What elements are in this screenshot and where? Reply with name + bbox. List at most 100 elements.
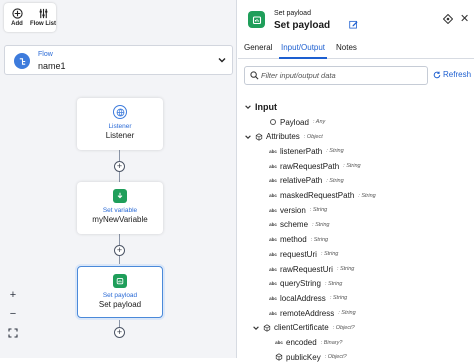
tree-item-type: : String [329,295,348,302]
tree-item-name: rawRequestUri [280,264,333,274]
tree-item-type: : Any [312,119,326,125]
tree-item-name: publicKey [286,352,321,362]
tree-item-type: : Object? [324,354,347,361]
string-type-icon: abc [269,295,277,301]
tree-item[interactable]: abc requestUri: String [258,247,338,261]
tree-item-name: remoteAddress [280,308,335,318]
tree-item-name: rawRequestPath [280,161,340,171]
fit-view-button[interactable] [6,326,20,340]
tree-item[interactable]: abc scheme: String [258,218,329,232]
flow-list-button[interactable]: Flow List [30,3,56,32]
tree-item-type: : String [338,310,356,317]
tree-item[interactable]: abc relativePath: String [258,174,344,188]
tree-item-name: listenerPath [280,146,323,156]
tree-item-type: : String [309,207,328,214]
fit-screen-icon [8,328,18,338]
tree-root-input[interactable]: Input [244,100,277,114]
flow-selector[interactable]: Flow name1 [4,45,233,75]
add-step-button[interactable]: + [114,161,125,172]
filter-search-box [244,66,428,85]
tree-item-type: : String [336,266,355,272]
tree-item[interactable]: abc method: String [258,233,328,247]
string-type-icon: abc [269,310,277,316]
object-type-icon [275,353,283,361]
pin-icon[interactable] [443,14,453,24]
tree-item-name: version [280,205,306,215]
panel-tabs: General Input/Output Notes [238,40,474,59]
listener-node[interactable]: Listener Listener [77,98,163,150]
string-type-icon: abc [269,207,277,213]
tree-item[interactable]: abc queryString: String [258,277,342,291]
set-variable-icon [113,189,127,203]
edit-icon[interactable] [349,20,358,29]
chevron-down-icon[interactable] [252,324,260,332]
tree-item[interactable]: abc remoteAddress: String [258,306,356,320]
tree-item-type: : String [310,236,329,243]
node-name: Listener [105,131,135,140]
add-step-button[interactable]: + [114,327,125,338]
tree-item-type: : String [320,251,339,258]
panel-title: Set payload [274,20,331,31]
node-type: Set variable [102,207,138,214]
active-tab-indicator [279,57,327,59]
add-button[interactable]: Add [4,3,30,32]
tree-item[interactable]: Payload: Any [258,115,325,129]
refresh-button[interactable]: Refresh [433,70,471,79]
tree-item-type: : String [343,163,361,170]
tree-item[interactable]: abc localAddress: String [258,291,347,305]
tree-item[interactable]: Attributes: Object [244,130,323,144]
tree-item-name: queryString [280,279,321,289]
tree-item[interactable]: publicKey: Object? [264,350,347,364]
canvas-toolbar: Add Flow List [4,3,56,32]
tree-item-type: : Object? [332,324,355,331]
tree-item-name: localAddress [280,293,326,303]
tree-item-type: : String [326,148,344,155]
object-type-icon [263,324,271,332]
tree-item-type: : String [326,177,344,184]
zoom-out-button[interactable]: − [6,307,20,321]
add-step-button[interactable]: + [114,245,125,256]
any-type-icon [269,118,277,126]
object-type-icon [255,133,263,141]
search-icon [250,71,259,80]
refresh-icon [433,71,441,78]
tab-general[interactable]: General [244,43,272,52]
tree-item-name: relativePath [280,176,323,186]
tree-item[interactable]: abc encoded: Binary? [264,336,342,350]
chevron-down-icon[interactable] [244,133,252,141]
globe-icon [113,105,127,119]
flow-label: Flow [38,51,53,58]
tree-item-name: scheme [280,220,309,230]
tree-item[interactable]: abc rawRequestUri: String [258,262,354,276]
tree-item-name: clientCertificate [274,323,329,333]
tab-notes[interactable]: Notes [336,43,357,52]
set-payload-icon [113,274,127,288]
tree-item[interactable]: abc version: String [258,203,327,217]
tree-item[interactable]: clientCertificate: Object? [252,321,355,335]
refresh-label: Refresh [443,70,472,79]
string-type-icon: abc [269,163,277,169]
panel-subtitle: Set payload [274,10,311,17]
string-type-icon: abc [269,222,277,228]
string-type-icon: abc [275,340,283,345]
tab-input-output[interactable]: Input/Output [281,43,325,52]
close-icon[interactable]: ✕ [460,12,469,25]
string-type-icon: abc [269,251,277,257]
tree-item[interactable]: abc listenerPath: String [258,144,344,158]
sliders-icon [39,8,47,19]
tree-item[interactable]: abc maskedRequestPath: String [258,189,376,203]
chevron-down-icon[interactable] [217,55,227,65]
filter-input[interactable] [261,69,425,82]
tree-item-name: Attributes [266,132,300,142]
tree-item-name: Payload [280,117,309,127]
node-name: myNewVariable [92,215,148,224]
tree-item-type: : Binary? [320,339,343,346]
set-payload-icon [248,11,265,28]
tree-item[interactable]: abc rawRequestPath: String [258,159,361,173]
set-payload-node[interactable]: Set payload Set payload [77,266,163,318]
chevron-down-icon[interactable] [244,103,252,111]
string-type-icon: abc [269,281,277,287]
flow-canvas[interactable]: Add Flow List Flow name1 Listener Listen… [0,0,237,358]
zoom-in-button[interactable]: + [6,288,20,302]
set-variable-node[interactable]: Set variable myNewVariable [77,182,163,234]
